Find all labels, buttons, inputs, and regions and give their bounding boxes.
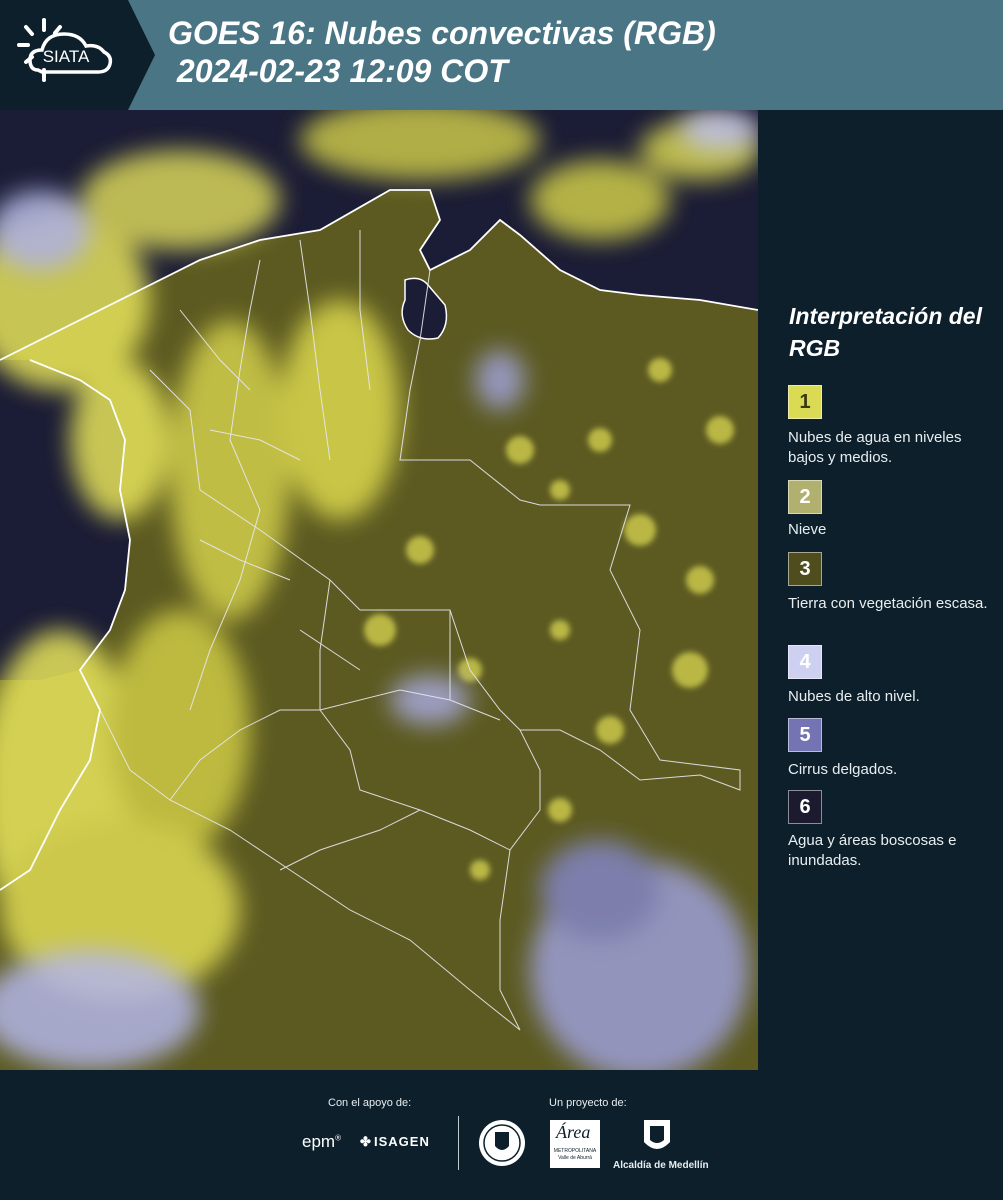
legend-label-1: Nubes de agua en niveles bajos y medios.: [788, 429, 962, 466]
legend-panel: Interpretación del RGB 1 Nubes de agua e…: [758, 110, 1003, 1070]
alcaldia-label: Alcaldía de Medellín: [613, 1160, 709, 1171]
legend-swatch-2: 2: [788, 480, 822, 514]
page-title: GOES 16: Nubes convectivas (RGB) 2024-02…: [168, 15, 716, 89]
siata-logo: SIATA: [17, 18, 113, 82]
legend-swatch-3: 3: [788, 552, 822, 586]
legend-title: Interpretación del RGB: [789, 303, 982, 361]
project-label: Un proyecto de:: [549, 1097, 627, 1109]
alcaldia-crest-icon: [644, 1120, 670, 1149]
header-bar: SIATA GOES 16: Nubes convectivas (RGB) 2…: [0, 0, 1003, 110]
legend-label-2: Nieve: [788, 521, 827, 538]
legend-swatch-6: 6: [788, 790, 822, 824]
logo-band: SIATA: [0, 0, 155, 110]
legend-label-5: Cirrus delgados.: [788, 761, 898, 778]
epm-logo: epm®: [302, 1132, 341, 1151]
map-image: [0, 110, 758, 1070]
footer: Con el apoyo de: Un proyecto de: epm® ✤ I…: [0, 1070, 1003, 1200]
svg-text:SIATA: SIATA: [43, 47, 90, 66]
footer-divider: [458, 1116, 459, 1170]
isagen-icon: ✤: [360, 1134, 372, 1149]
legend-label-6: Agua y áreas boscosas e inundadas.: [788, 832, 957, 869]
support-label: Con el apoyo de:: [328, 1097, 412, 1109]
legend-swatch-4: 4: [788, 645, 822, 679]
isagen-logo: ✤ ISAGEN: [360, 1134, 430, 1149]
area-metropolitana-logo: Área METROPOLITANA Valle de Aburrá: [550, 1120, 600, 1168]
legend-label-4: Nubes de alto nivel.: [788, 688, 920, 705]
legend-swatch-1: 1: [788, 385, 822, 419]
legend-label-3: Tierra con vegetación escasa.: [788, 595, 988, 612]
satellite-map: [0, 110, 758, 1070]
legend-swatch-5: 5: [788, 718, 822, 752]
seal-icon: [479, 1120, 525, 1166]
